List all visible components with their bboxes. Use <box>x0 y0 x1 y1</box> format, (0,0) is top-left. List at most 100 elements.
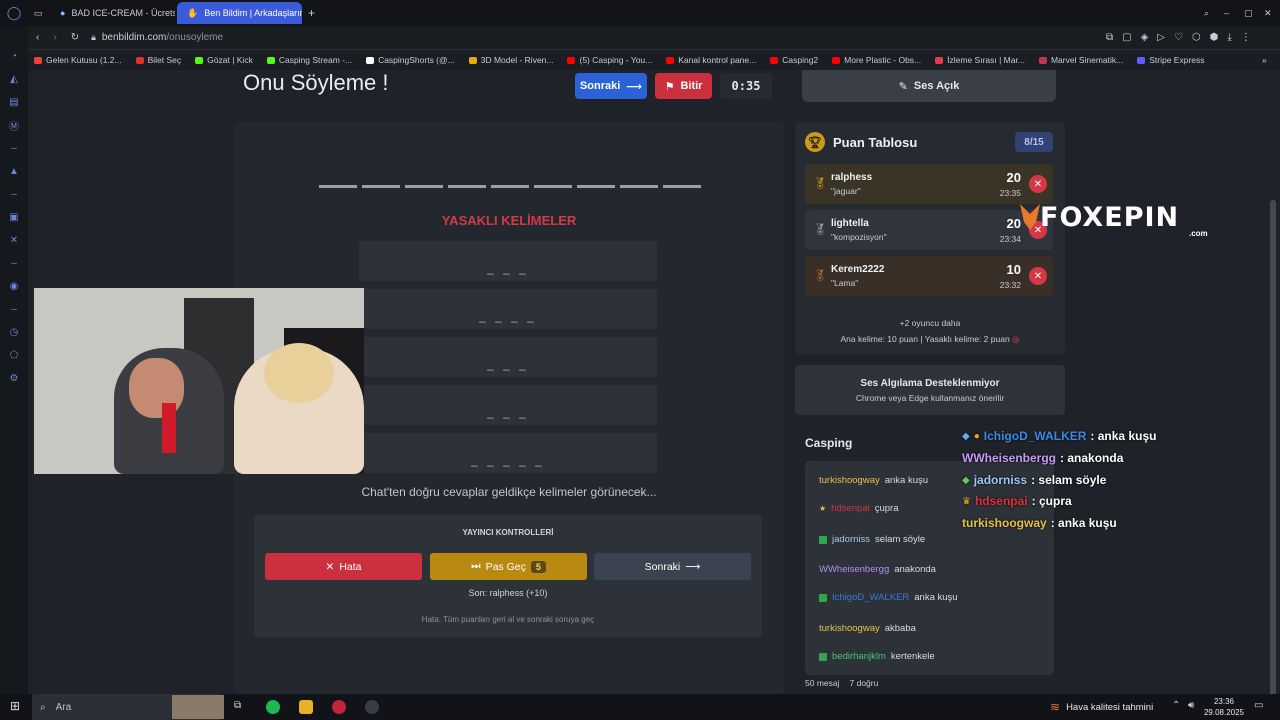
next-button[interactable]: Sonraki ⟶ <box>575 73 647 99</box>
player-word: "Lama" <box>831 278 859 288</box>
bookmark-item[interactable]: Bilet Seç <box>135 55 181 65</box>
file-explorer-icon[interactable] <box>299 700 313 714</box>
overlay-username: hdsenpai <box>974 494 1028 508</box>
spotify-icon[interactable] <box>266 700 280 714</box>
scoring-rule: Ana kelime: 10 puan | Yasaklı kelime: 2 … <box>795 334 1065 345</box>
mail-icon[interactable]: Ⓜ <box>8 119 20 133</box>
medal-icon: 🏅︎ <box>813 224 827 236</box>
blank <box>405 185 443 188</box>
skip-button[interactable]: ⏭ Pas Geç 5 <box>430 553 587 580</box>
taskbar-search[interactable]: ⌕ Ara <box>32 694 224 720</box>
forbidden-word: _ _ _ _ _ <box>359 433 657 473</box>
minimize-icon[interactable]: – <box>1224 8 1229 18</box>
news-icon[interactable]: ▤ <box>8 96 20 108</box>
weather-widget[interactable]: ≋ Hava kalitesi tahmini <box>1050 700 1153 714</box>
search-tabs-icon[interactable]: ⌕ <box>1204 8 1209 19</box>
bookmark-item[interactable]: Stripe Express <box>1137 55 1205 65</box>
bookmarks-bar: Gelen Kutusu (1.2... Bilet Seç Gözat | Kic… <box>0 50 1280 70</box>
leaderboard-title: 🏆︎ Puan Tablosu <box>805 132 917 152</box>
player-icon[interactable]: ◉ <box>8 280 20 292</box>
history-icon[interactable]: ◷ <box>8 326 20 338</box>
chat-username[interactable]: turkishoogway <box>819 475 880 486</box>
system-clock[interactable]: 23:36 29.08.2025 <box>1204 696 1244 718</box>
player-points: 10 <box>1006 262 1021 277</box>
bookmark-item[interactable]: Casping Stream -... <box>266 55 353 65</box>
bookmark-label: Gözat | Kick <box>207 55 253 65</box>
bookmark-item[interactable]: Kanal kontrol pane... <box>666 55 756 65</box>
back-icon[interactable]: ‹ <box>36 32 39 43</box>
bookmark-item[interactable]: İzleme Sırası | Mar... <box>935 55 1025 65</box>
next-question-button[interactable]: Sonraki ⟶ <box>594 553 751 580</box>
opera-icon[interactable] <box>332 700 346 714</box>
bookmark-label: Casping Stream -... <box>278 55 353 65</box>
message-count: 50 mesaj <box>805 678 840 688</box>
remove-player-button[interactable]: ✕ <box>1029 267 1047 285</box>
aria-icon[interactable]: ◭ <box>8 73 20 85</box>
next-label: Sonraki <box>579 80 621 92</box>
browser-tab-bar: ◯ ▭ ● BAD ICE-CREAM - Ücretsiz ✋ Ben Bil… <box>0 0 1280 26</box>
windows-start-icon[interactable]: ⊞ <box>10 699 20 713</box>
tab-bad-ice-cream[interactable]: ● BAD ICE-CREAM - Ücretsiz <box>50 2 175 24</box>
obs-icon[interactable] <box>365 700 379 714</box>
volume-icon[interactable]: 🔊︎ <box>1188 700 1194 711</box>
task-view-icon[interactable]: ⧉ <box>234 700 241 711</box>
toolbar-icons[interactable]: ⧉▢◈▷♡⬡⬢⤓⋮ <box>1106 32 1260 43</box>
overlay-text: : anka kuşu <box>1090 429 1157 443</box>
tab-ben-bildim[interactable]: ✋ Ben Bildim | Arkadaşlarınla <box>177 2 302 24</box>
webcam-overlay <box>34 288 364 474</box>
extensions-icon[interactable]: ⬠ <box>8 349 20 361</box>
maximize-icon[interactable]: ▢ <box>1244 8 1253 19</box>
bookmark-item[interactable]: 3D Model - Riven... <box>468 55 553 65</box>
chat-text: çupra <box>874 503 899 514</box>
settings-icon[interactable]: ⚙ <box>8 372 20 384</box>
bookmarks-overflow-icon[interactable]: » <box>1262 55 1267 65</box>
chat-username[interactable]: hdsenpai <box>831 503 870 514</box>
coin-icon: ● <box>973 430 980 442</box>
error-button[interactable]: ✕ Hata <box>265 553 422 580</box>
arc-icon[interactable]: ▲ <box>8 165 20 177</box>
twitch-icon[interactable]: ▣ <box>8 211 20 223</box>
page-scrollbar[interactable] <box>1270 200 1276 694</box>
close-icon[interactable]: ✕ <box>1264 8 1272 19</box>
overlay-text: : anakonda <box>1060 451 1124 465</box>
tray-chevron-icon[interactable]: ⌃ <box>1172 700 1180 711</box>
error-hint: Hata: Tüm puanları geri al ve sonraki so… <box>421 615 595 624</box>
chat-username[interactable]: WWheisenbergg <box>819 564 889 575</box>
blank <box>577 185 615 188</box>
x-icon[interactable]: ✕ <box>8 234 20 246</box>
more-players: +2 oyuncu daha <box>899 318 961 328</box>
blank <box>534 185 572 188</box>
bookmark-item[interactable]: Marvel Sinematik... <box>1038 55 1123 65</box>
opera-logo-icon[interactable]: ◯ <box>0 5 28 21</box>
notifications-icon[interactable]: ▭ <box>1254 700 1263 711</box>
tab-label: BAD ICE-CREAM - Ücretsiz <box>71 8 175 18</box>
bookmark-item[interactable]: (5) Casping - You... <box>567 55 652 65</box>
bookmark-item[interactable]: CaspingShorts (@... <box>366 55 455 65</box>
url-input[interactable]: benbildim.com/onusoyleme <box>102 32 223 43</box>
chat-title: Casping <box>805 436 853 450</box>
sound-toggle-button[interactable]: ✎ Ses Açık <box>802 70 1056 102</box>
chat-username[interactable]: bedirhanjklm <box>832 651 886 662</box>
error-label: Hata <box>339 560 362 573</box>
bookmark-favicon-icon <box>1137 56 1146 64</box>
bookmark-item[interactable]: More Plastic - Obs... <box>832 55 921 65</box>
bookmark-item[interactable]: Gelen Kutusu (1.2... <box>34 55 122 65</box>
chat-username[interactable]: IchigoD_WALKER <box>832 592 909 603</box>
chat-username[interactable]: turkishoogway <box>819 623 880 634</box>
new-tab-icon[interactable]: + <box>308 6 315 20</box>
speed-dial-icon[interactable]: ◔ <box>8 50 20 62</box>
tab-grid-icon[interactable]: ▭ <box>28 8 48 19</box>
finish-button[interactable]: ⚑ Bitir <box>655 73 712 99</box>
bookmark-item[interactable]: Casping2 <box>770 55 818 65</box>
warning-title: Ses Algılama Desteklenmiyor <box>860 378 1000 389</box>
bookmark-label: Stripe Express <box>1149 55 1205 65</box>
bookmark-item[interactable]: Gözat | Kick <box>195 55 253 65</box>
forbidden-title: YASAKLI KELİMELER <box>441 213 577 228</box>
blank <box>319 185 357 188</box>
chat-username[interactable]: jadorniss <box>832 534 870 545</box>
remove-player-button[interactable]: ✕ <box>1029 175 1047 193</box>
bookmark-label: Kanal kontrol pane... <box>678 55 757 65</box>
forward-icon[interactable]: › <box>53 32 56 43</box>
fox-icon <box>1020 204 1040 230</box>
reload-icon[interactable]: ↻ <box>71 32 79 43</box>
